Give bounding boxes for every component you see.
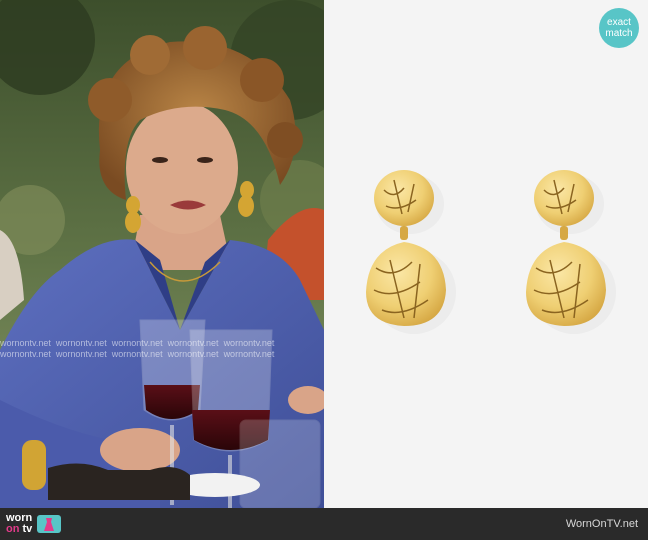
- watermark-text: wornontv.net wornontv.net wornontv.net w…: [0, 338, 275, 359]
- earrings-illustration: [366, 170, 616, 334]
- badge-line-2: match: [605, 28, 633, 39]
- scene-photo: wornontv.net wornontv.net wornontv.net w…: [0, 0, 324, 508]
- earring-right: [526, 170, 616, 334]
- scene-illustration: [0, 0, 324, 508]
- site-logo[interactable]: worn on tv: [6, 510, 62, 538]
- footer-bar: [0, 508, 648, 540]
- exact-match-badge: exact match: [599, 8, 639, 48]
- tv-dress-icon: [37, 515, 62, 533]
- badge-line-1: exact: [607, 17, 631, 28]
- logo-wordmark: worn on tv: [6, 513, 32, 535]
- earring-left: [366, 170, 456, 334]
- product-image[interactable]: [324, 0, 648, 508]
- logo-tv: tv: [22, 523, 33, 535]
- logo-on: on: [6, 523, 20, 535]
- footer-site-name: WornOnTV.net: [565, 518, 638, 530]
